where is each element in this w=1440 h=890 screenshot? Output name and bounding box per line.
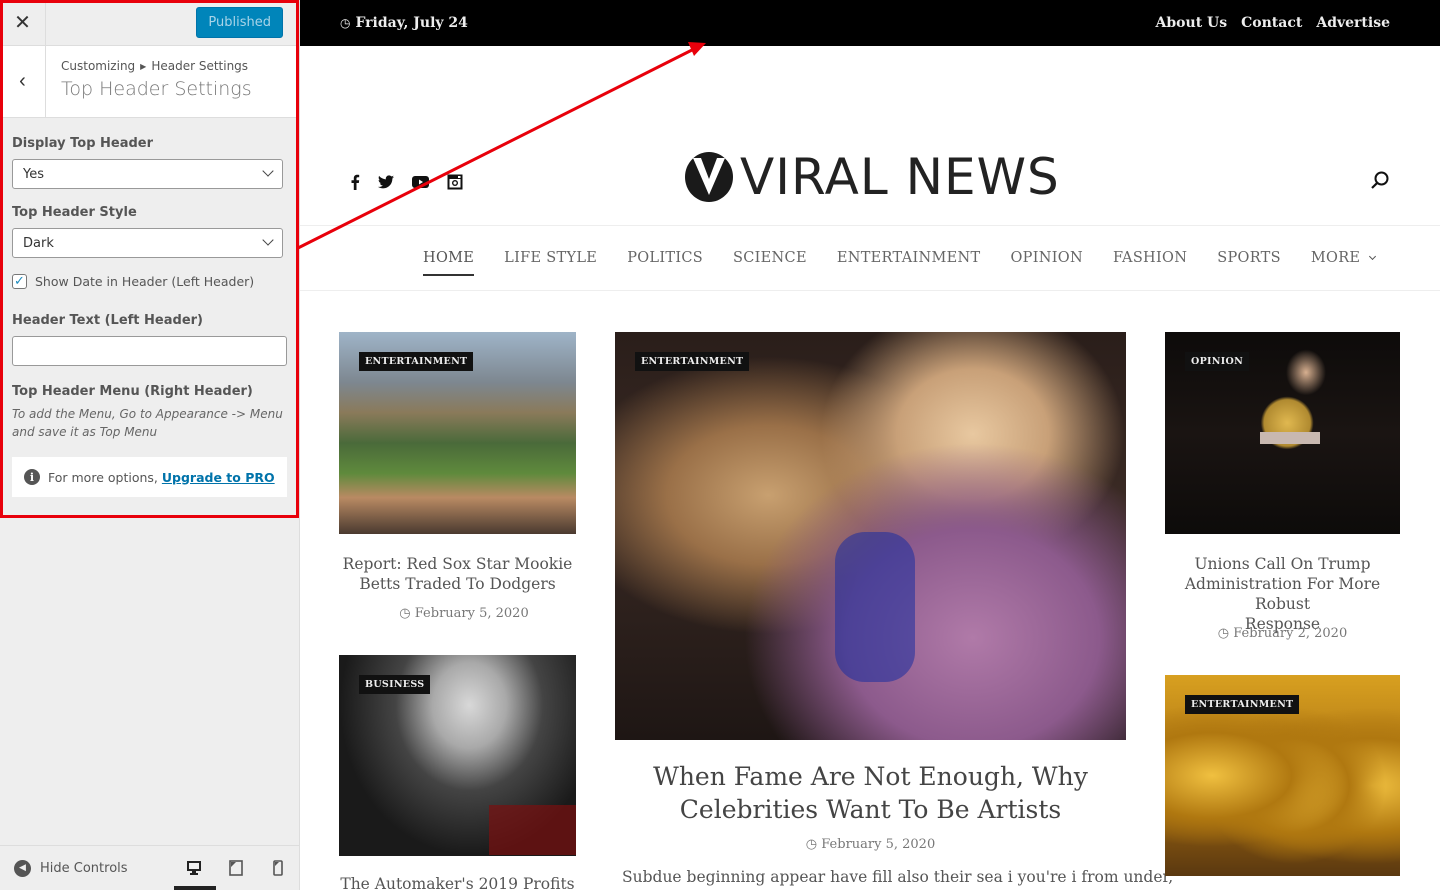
- post-title[interactable]: Unions Call On Trump Administration For …: [1165, 554, 1400, 634]
- top-menu-advertise[interactable]: Advertise: [1316, 15, 1390, 31]
- nav-more-label: MORE: [1310, 250, 1361, 266]
- publish-button[interactable]: Published: [196, 7, 283, 38]
- post-image-award[interactable]: OPINION: [1165, 332, 1400, 534]
- pro-notice-text: For more options,: [48, 469, 158, 485]
- category-tag[interactable]: OPINION: [1185, 352, 1250, 371]
- info-icon: i: [24, 469, 40, 485]
- post-title-line: Report: Red Sox Star Mookie: [342, 555, 573, 573]
- customizer-sidebar: ✕ Published ‹ Customizing ▶ Header Setting…: [0, 0, 300, 890]
- chevron-down-icon: [262, 234, 274, 246]
- display-top-header-label: Display Top Header: [12, 136, 154, 151]
- nav-politics[interactable]: POLITICS: [627, 250, 703, 266]
- display-top-header-value: Yes: [23, 166, 44, 182]
- tablet-preview-icon[interactable]: [228, 860, 244, 876]
- collapse-icon[interactable]: ◀: [14, 859, 31, 877]
- section-header: ‹ Customizing ▶ Header Settings Top Header…: [0, 46, 299, 118]
- description-line: and save it as Top Menu: [12, 425, 158, 439]
- mobile-preview-icon[interactable]: [270, 860, 286, 876]
- show-date-label: Show Date in Header (Left Header): [35, 274, 255, 289]
- show-date-option: ✓ Show Date in Header (Left Header): [12, 274, 287, 289]
- upgrade-pro-link[interactable]: Upgrade to PRO: [162, 470, 275, 485]
- nav-home[interactable]: HOME: [423, 250, 475, 276]
- site-preview: ◷ Friday, July 24 About Us Contact Adver…: [300, 0, 1440, 890]
- top-header-style-value: Dark: [23, 235, 54, 251]
- pro-notice: i For more options, Upgrade to PRO: [12, 457, 287, 497]
- hide-controls-button[interactable]: Hide Controls: [40, 861, 128, 876]
- post-title-line: Administration For More Robust: [1184, 575, 1381, 613]
- featured-title[interactable]: When Fame Are Not Enough, Why Celebritie…: [615, 760, 1126, 826]
- sidebar-top-bar: ✕ Published: [0, 0, 299, 46]
- post-date: ◷ February 5, 2020: [399, 606, 529, 621]
- nav-science[interactable]: SCIENCE: [733, 250, 807, 266]
- top-menu: About Us Contact Advertise: [1156, 15, 1390, 31]
- nav-sports[interactable]: SPORTS: [1217, 250, 1281, 266]
- top-header-menu-description: To add the Menu, Go to Appearance -> Men…: [12, 405, 287, 441]
- show-date-checkbox[interactable]: ✓: [12, 274, 27, 289]
- category-tag[interactable]: BUSINESS: [359, 675, 431, 694]
- search-icon[interactable]: [1370, 170, 1390, 190]
- post-title[interactable]: Report: Red Sox Star Mookie Betts Traded…: [339, 554, 576, 594]
- site-logo[interactable]: VIRAL NEWS: [684, 151, 1060, 203]
- nav-more[interactable]: MORE: [1310, 250, 1377, 266]
- featured-date: ◷ February 5, 2020: [805, 837, 936, 852]
- main-nav: HOME LIFE STYLE POLITICS SCIENCE ENTERTA…: [300, 226, 1440, 291]
- chevron-down-icon: [1369, 252, 1377, 261]
- customizer-app: ✕ Published ‹ Customizing ▶ Header Setting…: [0, 0, 1440, 890]
- facebook-icon[interactable]: [350, 174, 360, 190]
- top-header-date: Friday, July 24: [355, 15, 468, 31]
- nav-fashion[interactable]: FASHION: [1113, 250, 1187, 266]
- youtube-icon[interactable]: [412, 176, 429, 188]
- top-menu-contact[interactable]: Contact: [1241, 15, 1302, 31]
- header-text-input[interactable]: [12, 336, 287, 366]
- breadcrumb-root: Customizing: [61, 59, 136, 73]
- post-date: ◷ February 2, 2020: [1217, 626, 1348, 641]
- nav-entertainment[interactable]: ENTERTAINMENT: [837, 250, 981, 266]
- featured-image[interactable]: ENTERTAINMENT: [615, 332, 1126, 740]
- back-button[interactable]: ‹: [0, 46, 46, 117]
- featured-title-line: When Fame Are Not Enough, Why: [653, 762, 1088, 791]
- desktop-preview-icon[interactable]: [186, 860, 202, 876]
- display-top-header-select[interactable]: Yes: [12, 159, 283, 189]
- featured-excerpt: Subdue beginning appear have fill also t…: [622, 868, 1174, 886]
- masthead: VIRAL NEWS: [300, 46, 1440, 226]
- post-date-text: February 2, 2020: [1233, 626, 1348, 641]
- breadcrumb: Customizing ▶ Header Settings: [61, 59, 252, 73]
- description-line: To add the Menu, Go to Appearance -> Men…: [12, 407, 283, 421]
- post-title[interactable]: The Automaker's 2019 Profits: [339, 874, 576, 890]
- top-header-menu-label: Top Header Menu (Right Header): [12, 384, 253, 399]
- top-header: ◷ Friday, July 24 About Us Contact Adver…: [300, 0, 1440, 46]
- featured-title-line: Celebrities Want To Be Artists: [679, 795, 1062, 824]
- triangle-right-icon: ▶: [140, 62, 147, 71]
- logo-v-icon: [685, 152, 733, 202]
- category-tag[interactable]: ENTERTAINMENT: [635, 352, 750, 371]
- header-text-label: Header Text (Left Header): [12, 313, 203, 328]
- clock-icon: ◷: [340, 16, 351, 30]
- category-tag[interactable]: ENTERTAINMENT: [359, 352, 474, 371]
- section-title: Top Header Settings: [61, 78, 252, 100]
- post-image-oscars[interactable]: ENTERTAINMENT: [1165, 675, 1400, 876]
- active-device-indicator: [174, 886, 216, 890]
- post-image-baseball[interactable]: ENTERTAINMENT: [339, 332, 576, 534]
- sidebar-footer: ◀ Hide Controls: [0, 845, 299, 890]
- instagram-icon[interactable]: [447, 174, 463, 190]
- post-image-engine[interactable]: BUSINESS: [339, 655, 576, 856]
- breadcrumb-section: Header Settings: [151, 59, 249, 73]
- logo-text: VIRAL NEWS: [740, 148, 1060, 206]
- nav-life-style[interactable]: LIFE STYLE: [504, 250, 597, 266]
- social-links: [350, 174, 463, 190]
- top-menu-about[interactable]: About Us: [1156, 15, 1228, 31]
- post-title-line: Unions Call On Trump: [1194, 555, 1371, 573]
- chevron-left-icon: ‹: [19, 70, 26, 92]
- twitter-icon[interactable]: [378, 175, 394, 189]
- featured-date-text: February 5, 2020: [821, 837, 936, 852]
- close-icon[interactable]: ✕: [0, 0, 46, 46]
- top-header-style-label: Top Header Style: [12, 205, 137, 220]
- nav-opinion[interactable]: OPINION: [1010, 250, 1082, 266]
- category-tag[interactable]: ENTERTAINMENT: [1185, 695, 1300, 714]
- top-header-style-select[interactable]: Dark: [12, 228, 283, 258]
- post-title-line: Betts Traded To Dodgers: [359, 575, 556, 593]
- post-date-text: February 5, 2020: [414, 606, 529, 621]
- chevron-down-icon: [262, 165, 274, 177]
